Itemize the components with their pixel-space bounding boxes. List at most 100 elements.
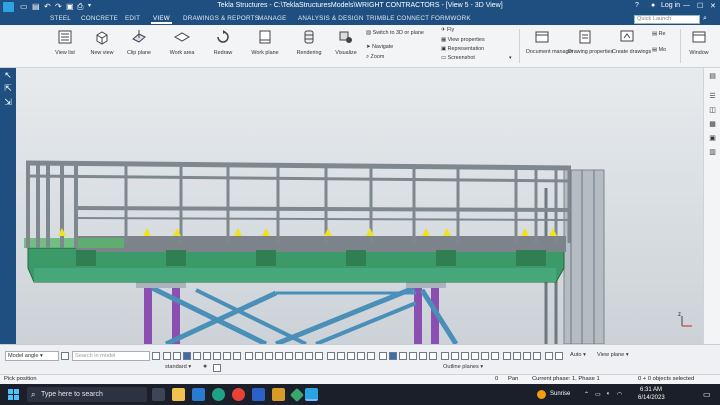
select-cuts-icon[interactable] <box>275 352 283 360</box>
select-assemblies-icon[interactable] <box>245 352 253 360</box>
snap-lines-icon[interactable] <box>451 352 459 360</box>
maximize-button[interactable]: ☐ <box>697 2 703 10</box>
snap-free-icon[interactable] <box>471 352 479 360</box>
snap-intersections-icon[interactable] <box>429 352 437 360</box>
tab-edit[interactable]: EDIT <box>125 15 140 22</box>
weather-label[interactable]: Sunrise <box>550 391 570 397</box>
model-3d-view[interactable]: z <box>16 68 703 344</box>
outline-planes-dropdown[interactable]: Outline planes ▾ <box>441 363 491 373</box>
select-points-icon[interactable] <box>203 352 211 360</box>
select-reinforcement-icon[interactable] <box>255 352 263 360</box>
snap-settings-icon[interactable] <box>555 352 563 360</box>
snap-icon[interactable]: ⇲ <box>1 97 15 107</box>
select-details-icon[interactable] <box>337 352 345 360</box>
tab-manage[interactable]: MANAGE <box>258 15 287 22</box>
clip-plane-button[interactable]: Clip plane <box>124 29 154 56</box>
mo-button[interactable]: ▤ Mo <box>652 47 666 53</box>
select-parts-icon[interactable] <box>173 352 181 360</box>
search-icon[interactable]: ⌕ <box>703 15 707 23</box>
volume-icon[interactable]: ◖ <box>606 391 610 397</box>
list-icon[interactable]: ☰ <box>708 92 717 101</box>
tab-concrete[interactable]: CONCRETE <box>81 15 118 22</box>
screenshot-button[interactable]: ▭ Screenshot <box>441 55 475 61</box>
select-fittings-icon[interactable] <box>285 352 293 360</box>
network-icon[interactable]: ▭ <box>595 391 601 398</box>
snap-extension-icon[interactable] <box>491 352 499 360</box>
snap-ref-lines-icon[interactable] <box>379 352 387 360</box>
select-loads-icon[interactable] <box>295 352 303 360</box>
redraw-button[interactable]: Redraw <box>210 29 236 56</box>
drawing-properties-button[interactable]: Drawing properties <box>568 29 613 55</box>
create-drawings-button[interactable]: Create drawings <box>612 29 651 55</box>
snap-toggle-icon[interactable] <box>61 352 69 360</box>
select-welds-icon[interactable] <box>213 352 221 360</box>
tab-formwork[interactable]: FORMWORK <box>431 15 471 22</box>
word-icon[interactable] <box>252 388 265 401</box>
view-list-button[interactable]: View list <box>52 29 78 56</box>
maps-icon[interactable] <box>289 387 305 403</box>
auto-dropdown[interactable]: Auto ▾ <box>568 351 590 361</box>
representation-button[interactable]: ▣ Representation <box>441 46 484 52</box>
visualize-button[interactable]: Visualize <box>333 29 359 56</box>
select-pours-icon[interactable] <box>357 352 365 360</box>
tekla-taskbar-icon[interactable] <box>305 388 318 401</box>
document-manager-button[interactable]: Document manager <box>526 29 573 55</box>
options-icon[interactable] <box>213 364 221 372</box>
tab-drawings-reports[interactable]: DRAWINGS & REPORTS <box>183 15 259 22</box>
select-planes-icon[interactable] <box>305 352 313 360</box>
close-button[interactable]: ✕ <box>710 2 716 10</box>
work-plane-button[interactable]: Work plane <box>250 29 280 56</box>
edge-icon[interactable] <box>212 388 225 401</box>
details-icon[interactable]: ▣ <box>708 134 717 143</box>
select-surfaces-icon[interactable] <box>265 352 273 360</box>
tab-trimble-connect[interactable]: TRIMBLE CONNECT <box>366 15 429 22</box>
help-icon[interactable]: ? <box>635 2 639 9</box>
tab-view[interactable]: VIEW <box>151 15 172 24</box>
zoom-button[interactable]: ⌕ Zoom <box>366 54 384 61</box>
app-icon[interactable] <box>272 388 285 401</box>
structure-3d-drawing[interactable]: z <box>16 68 703 344</box>
taskbar-search-input[interactable]: ⌕ Type here to search <box>27 387 147 402</box>
grid-icon[interactable]: ▦ <box>708 120 717 129</box>
snap-nearest-icon[interactable] <box>461 352 469 360</box>
snap-centers-icon[interactable] <box>409 352 417 360</box>
tab-steel[interactable]: STEEL <box>50 15 71 22</box>
rendering-button[interactable]: Rendering <box>294 29 324 56</box>
clock-time[interactable]: 6:31 AM <box>640 387 662 393</box>
work-area-button[interactable]: Work area <box>166 29 198 56</box>
notifications-icon[interactable]: ▭ <box>703 390 711 399</box>
snap-points-icon[interactable] <box>389 352 397 360</box>
quick-launch-input[interactable]: Quick Launch <box>634 15 700 24</box>
snap-grid-icon[interactable] <box>503 352 511 360</box>
file-explorer-icon[interactable] <box>172 388 185 401</box>
window-button[interactable]: Window <box>684 29 714 56</box>
search-model-input[interactable]: Search in model <box>72 351 150 361</box>
select-arrow-icon[interactable]: ↖ <box>1 70 15 80</box>
tray-chevron-icon[interactable]: ⌃ <box>584 391 589 398</box>
snap-override-icon[interactable] <box>513 352 521 360</box>
select-grids-icon[interactable] <box>193 352 201 360</box>
properties-icon[interactable]: ▤ <box>708 72 717 81</box>
windows-start-icon[interactable] <box>8 389 19 400</box>
select-filter-icon[interactable] <box>163 352 171 360</box>
re-button[interactable]: ▤ Re <box>652 31 666 37</box>
view-properties-button[interactable]: ▦ View properties <box>441 37 485 43</box>
snap-depth-icon[interactable] <box>523 352 531 360</box>
select-components-icon[interactable] <box>183 352 191 360</box>
select-references-icon[interactable] <box>367 352 375 360</box>
user-icon[interactable]: ● <box>651 2 655 9</box>
snap-perpendicular-icon[interactable] <box>441 352 449 360</box>
tab-analysis-design[interactable]: ANALYSIS & DESIGN <box>298 15 364 22</box>
wifi-icon[interactable]: ◠ <box>617 391 622 398</box>
select-views-icon[interactable] <box>233 352 241 360</box>
new-view-button[interactable]: New view <box>88 29 116 56</box>
settings-dot-icon[interactable]: ● <box>203 363 207 370</box>
select-tasks-icon[interactable] <box>327 352 335 360</box>
select-switch-icon[interactable]: ⇱ <box>1 83 15 93</box>
snap-midpoints-icon[interactable] <box>419 352 427 360</box>
snap-geometry-icon[interactable] <box>481 352 489 360</box>
select-bolts-icon[interactable] <box>223 352 231 360</box>
switch-3d-plane-button[interactable]: ▧ Switch to 3D or plane <box>366 30 424 36</box>
search-model-icon[interactable] <box>152 352 160 360</box>
snap-plane-icon[interactable] <box>533 352 541 360</box>
